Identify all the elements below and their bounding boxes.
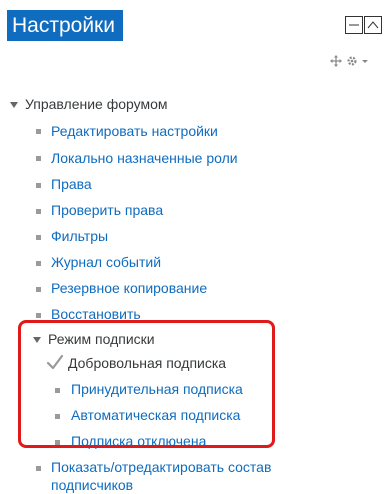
bullet-icon [36, 209, 41, 214]
bullet-icon [36, 466, 41, 471]
bullet-icon [36, 313, 41, 318]
bullet-icon [36, 183, 41, 188]
tree-item-subscribers-line2[interactable]: подписчиков [51, 476, 133, 494]
bullet-icon [36, 156, 41, 161]
tree-root-forum-admin[interactable]: Управление форумом [25, 95, 168, 113]
bullet-icon [36, 129, 41, 134]
tree-item-filters[interactable]: Фильтры [51, 227, 108, 245]
tree-item-local-roles[interactable]: Локально назначенные роли [51, 149, 238, 167]
expanded-triangle-icon[interactable] [10, 102, 18, 108]
tree-item-logs[interactable]: Журнал событий [51, 253, 161, 271]
tree-item-check-permissions[interactable]: Проверить права [51, 201, 163, 219]
tree-item-subscribers-line1[interactable]: Показать/отредактировать состав [51, 458, 271, 476]
tree-item-permissions[interactable]: Права [51, 175, 92, 193]
tree-item-backup[interactable]: Резервное копирование [51, 279, 207, 297]
tree-item-edit-settings[interactable]: Редактировать настройки [51, 122, 218, 140]
bullet-icon [36, 261, 41, 266]
bullet-icon [36, 235, 41, 240]
bullet-icon [36, 287, 41, 292]
highlight-box [18, 320, 275, 448]
